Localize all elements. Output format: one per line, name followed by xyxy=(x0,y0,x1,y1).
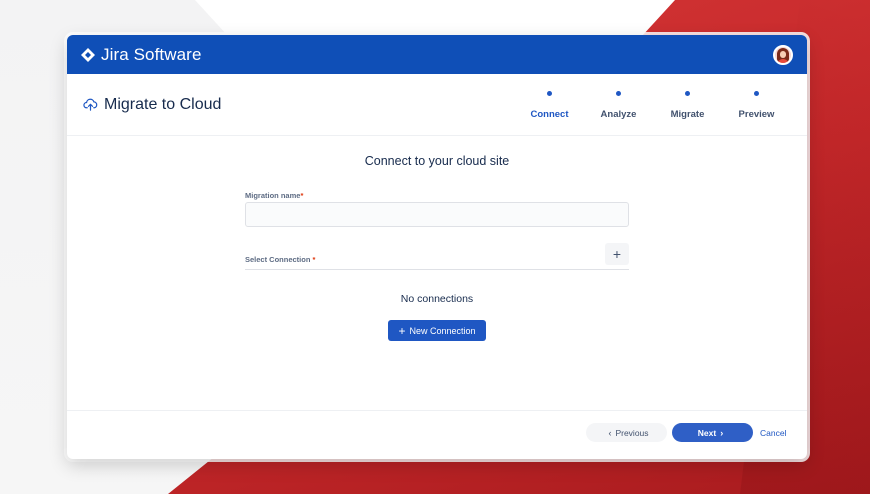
cloud-upload-icon xyxy=(83,98,98,111)
plus-icon: + xyxy=(398,323,406,338)
select-connection-label: Select Connection * xyxy=(245,255,315,264)
next-button[interactable]: Next › xyxy=(672,423,753,442)
step-migrate[interactable]: Migrate xyxy=(653,91,722,120)
empty-connections-message: No connections xyxy=(400,293,474,305)
jira-logo-icon xyxy=(81,47,95,62)
page-header: Migrate to Cloud Connect Analyze Migrate… xyxy=(67,74,807,136)
step-connect[interactable]: Connect xyxy=(515,91,584,120)
previous-label: Previous xyxy=(615,427,649,438)
step-dot xyxy=(754,91,759,96)
page-title-group: Migrate to Cloud xyxy=(83,96,221,114)
app-window: Jira Software Migrate to Cloud Connect A… xyxy=(67,35,807,459)
migration-name-label-text: Migration name xyxy=(245,191,301,200)
user-avatar[interactable] xyxy=(773,44,793,65)
chevron-left-icon: ‹ xyxy=(608,427,612,438)
migration-name-label: Migration name* xyxy=(245,191,303,200)
step-dot xyxy=(685,91,690,96)
next-label: Next xyxy=(697,427,717,438)
required-mark: * xyxy=(312,255,316,264)
new-connection-label: New Connection xyxy=(409,325,476,336)
step-label: Analyze xyxy=(600,109,637,120)
add-connection-button[interactable]: + xyxy=(605,243,629,265)
new-connection-button[interactable]: + New Connection xyxy=(388,320,486,341)
select-connection-field[interactable] xyxy=(245,269,629,270)
step-analyze[interactable]: Analyze xyxy=(584,91,653,120)
brand-name: Jira Software xyxy=(101,44,202,64)
brand[interactable]: Jira Software xyxy=(81,45,202,65)
step-dot xyxy=(616,91,621,96)
migration-name-input[interactable] xyxy=(245,202,629,227)
plus-icon: + xyxy=(612,246,622,262)
top-navigation-bar: Jira Software xyxy=(67,35,807,74)
required-mark: * xyxy=(300,191,304,200)
previous-button[interactable]: ‹ Previous xyxy=(586,423,667,442)
cancel-link[interactable]: Cancel xyxy=(760,423,786,442)
chevron-right-icon: › xyxy=(720,427,724,438)
form-area: Connect to your cloud site Migration nam… xyxy=(67,136,807,410)
form-title: Connect to your cloud site xyxy=(364,154,510,168)
step-label: Preview xyxy=(738,109,775,120)
step-dot xyxy=(547,91,552,96)
step-preview[interactable]: Preview xyxy=(722,91,791,120)
page-title: Migrate to Cloud xyxy=(104,95,222,113)
step-label: Migrate xyxy=(670,109,705,120)
progress-steps: Connect Analyze Migrate Preview xyxy=(515,91,791,120)
select-connection-label-text: Select Connection xyxy=(245,255,311,264)
footer-actions: ‹ Previous Next › Cancel xyxy=(67,410,807,459)
step-label: Connect xyxy=(530,109,569,120)
